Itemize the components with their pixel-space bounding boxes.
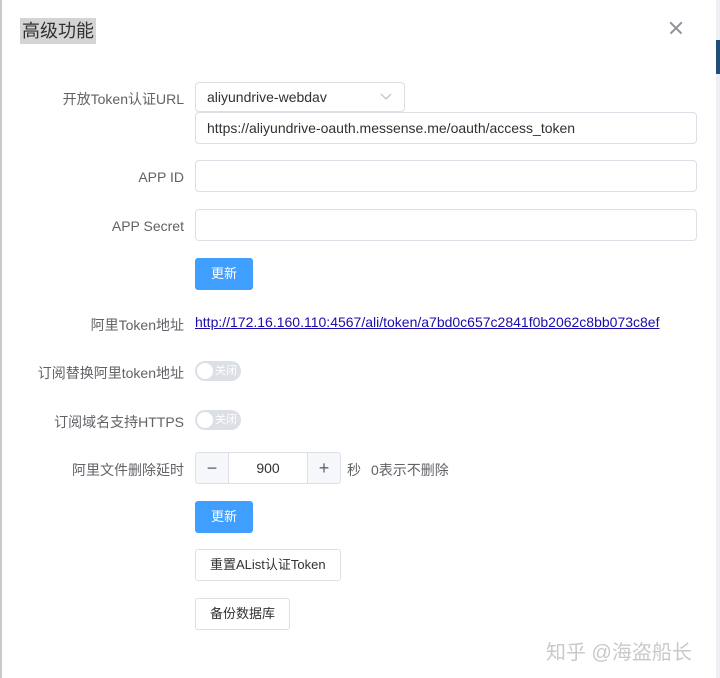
token-provider-value: aliyundrive-webdav bbox=[207, 89, 327, 105]
token-provider-select[interactable]: aliyundrive-webdav bbox=[195, 82, 405, 112]
delete-delay-input[interactable] bbox=[229, 453, 307, 483]
switch-text: 关闭 bbox=[215, 414, 237, 426]
app-id-label: APP ID bbox=[138, 169, 184, 185]
delete-delay-unit: 秒 bbox=[347, 462, 361, 478]
token-url-label: 开放Token认证URL bbox=[62, 91, 184, 107]
token-url-input[interactable] bbox=[195, 112, 697, 144]
chevron-down-icon bbox=[380, 93, 392, 100]
dialog-title: 高级功能 bbox=[20, 18, 96, 44]
delete-delay-hint: 0表示不删除 bbox=[371, 462, 449, 478]
background-accent bbox=[716, 40, 720, 74]
switch-knob bbox=[197, 363, 213, 379]
decrement-button[interactable]: − bbox=[196, 453, 229, 483]
increment-button[interactable]: + bbox=[307, 453, 340, 483]
switch-text: 关闭 bbox=[215, 365, 237, 377]
update-token-button[interactable]: 更新 bbox=[195, 258, 253, 290]
update-delay-button[interactable]: 更新 bbox=[195, 501, 253, 533]
switch-knob bbox=[197, 412, 213, 428]
subscription-https-label: 订阅域名支持HTTPS bbox=[54, 414, 184, 430]
window-edge-right bbox=[716, 0, 720, 678]
close-icon[interactable] bbox=[664, 16, 688, 40]
ali-token-label: 阿里Token地址 bbox=[90, 317, 184, 333]
subscription-replace-switch[interactable]: 关闭 bbox=[195, 361, 241, 381]
app-id-input[interactable] bbox=[195, 160, 697, 192]
backup-database-button[interactable]: 备份数据库 bbox=[195, 598, 291, 630]
app-secret-input[interactable] bbox=[195, 209, 697, 241]
reset-alist-token-button[interactable]: 重置AList认证Token bbox=[195, 549, 341, 581]
ali-token-link[interactable]: http://172.16.160.110:4567/ali/token/a7b… bbox=[195, 314, 659, 330]
delete-delay-label: 阿里文件删除延时 bbox=[72, 462, 184, 478]
app-secret-label: APP Secret bbox=[111, 218, 184, 234]
subscription-replace-label: 订阅替换阿里token地址 bbox=[37, 365, 184, 381]
watermark: 知乎 @海盗船长 bbox=[546, 642, 692, 664]
subscription-https-switch[interactable]: 关闭 bbox=[195, 410, 241, 430]
delete-delay-stepper: − + bbox=[195, 452, 341, 484]
advanced-settings-dialog: 高级功能 开放Token认证URL aliyundrive-webdav APP… bbox=[2, 0, 716, 678]
